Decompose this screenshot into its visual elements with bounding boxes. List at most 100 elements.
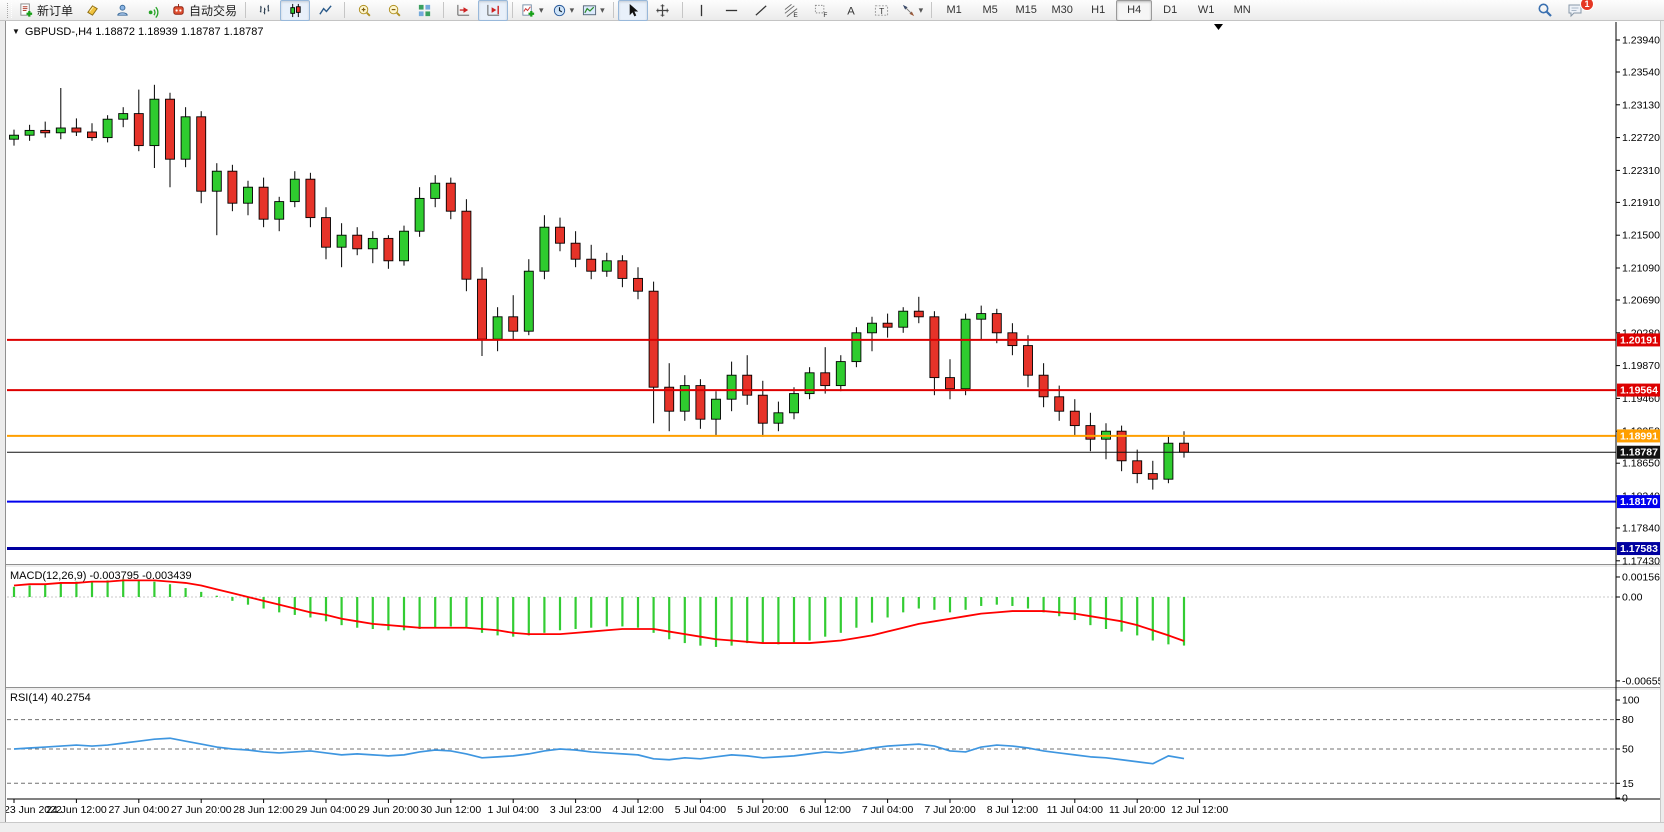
search-button[interactable] — [1530, 0, 1560, 21]
candle-bearish — [1070, 411, 1079, 425]
timeframe-button-m30[interactable]: M30 — [1044, 0, 1080, 21]
label-button[interactable]: T — [867, 0, 897, 21]
arrows-icon — [901, 3, 916, 18]
svg-text:T: T — [879, 5, 884, 15]
timeframe-button-m5[interactable]: M5 — [972, 0, 1008, 21]
candle-bullish — [337, 235, 346, 247]
timeframe-button-d1[interactable]: D1 — [1152, 0, 1188, 21]
candlestick-chart-button[interactable] — [280, 0, 310, 21]
time-tick-label: 8 Jul 12:00 — [987, 804, 1039, 816]
candle-bearish — [446, 183, 455, 211]
time-tick-label: 27 Jun 04:00 — [108, 804, 169, 816]
auto-scroll-button[interactable] — [448, 0, 478, 21]
search-icon — [1537, 2, 1553, 18]
chevron-down-icon[interactable]: ▾ — [600, 6, 605, 15]
crosshair-button[interactable] — [648, 0, 678, 21]
candle-bearish — [322, 218, 331, 248]
candle-bullish — [1164, 443, 1173, 479]
chevron-down-icon[interactable]: ▾ — [919, 6, 924, 15]
candle-bullish — [119, 114, 128, 120]
time-tick-label: 29 Jun 04:00 — [296, 804, 357, 816]
toolbar-separator — [344, 2, 345, 18]
new-order-button[interactable]: 新订单 — [15, 0, 77, 21]
time-tick-label: 30 Jun 12:00 — [420, 804, 481, 816]
horizontal-line-button[interactable] — [717, 0, 747, 21]
auto-scroll-icon — [456, 3, 471, 18]
timeframe-button-m15[interactable]: M15 — [1008, 0, 1044, 21]
bar-chart-button[interactable] — [250, 0, 280, 21]
price-tick-label: 1.21910 — [1622, 197, 1660, 209]
signals-button[interactable] — [137, 0, 167, 21]
candle-bullish — [25, 130, 34, 135]
candle-bullish — [400, 231, 409, 261]
candle-bullish — [290, 179, 299, 201]
templates-button[interactable]: ▾ — [578, 0, 609, 21]
autotrading-button-label: 自动交易 — [189, 2, 237, 19]
periods-button[interactable]: ▾ — [548, 0, 579, 21]
fibonacci-button[interactable]: E — [777, 0, 807, 21]
candle-bearish — [883, 323, 892, 327]
person-icon — [115, 3, 130, 18]
channels-button[interactable]: F — [807, 0, 837, 21]
candle-bullish — [415, 198, 424, 231]
chevron-down-icon[interactable]: ▾ — [539, 6, 544, 15]
template-icon — [582, 3, 597, 18]
timeframe-button-mn[interactable]: MN — [1224, 0, 1260, 21]
candle-bearish — [134, 114, 143, 146]
indicators-button[interactable]: ▾ — [517, 0, 548, 21]
price-tick-label: 1.22310 — [1622, 165, 1660, 177]
toolbar-separator — [245, 2, 246, 18]
time-tick-label: 11 Jul 20:00 — [1109, 804, 1166, 816]
candle-bullish — [774, 413, 783, 423]
community-button[interactable] — [107, 0, 137, 21]
trendline-button[interactable] — [747, 0, 777, 21]
vertical-line-button[interactable] — [687, 0, 717, 21]
zoom-in-button[interactable] — [349, 0, 379, 21]
candle-bearish — [384, 238, 393, 260]
chart-shift-button[interactable] — [478, 0, 508, 21]
history-button[interactable] — [77, 0, 107, 21]
timeframe-button-h1[interactable]: H1 — [1080, 0, 1116, 21]
timeframe-button-w1[interactable]: W1 — [1188, 0, 1224, 21]
toolbar-right-group: 1 — [1530, 0, 1590, 21]
price-chart-canvas[interactable]: 1.239401.235401.231301.227201.223101.219… — [0, 21, 1664, 832]
time-tick-label: 24 Jun 12:00 — [46, 804, 107, 816]
candle-bearish — [758, 395, 767, 423]
candle-bearish — [1039, 375, 1048, 397]
clock-icon — [552, 3, 567, 18]
zoom-out-button[interactable] — [379, 0, 409, 21]
time-tick-label: 11 Jul 04:00 — [1047, 804, 1104, 816]
cursor-button[interactable] — [618, 0, 648, 21]
one-click-trading-toggle[interactable]: ▼ — [12, 27, 20, 36]
toolbar-separator — [613, 2, 614, 18]
chat-button[interactable]: 1 — [1560, 0, 1590, 21]
chart-shift-icon — [486, 3, 501, 18]
line-chart-button[interactable] — [310, 0, 340, 21]
candle-bullish — [431, 183, 440, 198]
timeframe-button-h4[interactable]: H4 — [1116, 0, 1152, 21]
autotrading-button[interactable]: 自动交易 — [167, 0, 241, 21]
candle-bullish — [961, 319, 970, 389]
candles-icon — [288, 3, 303, 18]
price-tag-text: 1.18991 — [1620, 430, 1658, 442]
tile-windows-button[interactable] — [409, 0, 439, 21]
candle-bullish — [727, 375, 736, 399]
window-frame-bottom — [0, 822, 1664, 832]
text-button[interactable]: A — [837, 0, 867, 21]
timeframe-button-m1[interactable]: M1 — [936, 0, 972, 21]
price-tag-text: 1.18170 — [1620, 496, 1658, 508]
candle-bearish — [478, 279, 487, 339]
time-tick-label: 27 Jun 20:00 — [171, 804, 232, 816]
candle-bullish — [368, 238, 377, 248]
signal-icon — [145, 3, 160, 18]
candle-bearish — [462, 211, 471, 279]
macd-tick-label: 0.001564 — [1622, 571, 1664, 583]
rsi-tick-label: 50 — [1622, 744, 1634, 756]
chart-window[interactable]: 1.239401.235401.231301.227201.223101.219… — [0, 21, 1664, 832]
price-tick-label: 1.23940 — [1622, 35, 1660, 47]
bars-icon — [258, 3, 273, 18]
arrows-button[interactable]: ▾ — [897, 0, 928, 21]
candle-bearish — [743, 375, 752, 395]
candle-bearish — [618, 261, 627, 279]
chevron-down-icon[interactable]: ▾ — [570, 6, 575, 15]
